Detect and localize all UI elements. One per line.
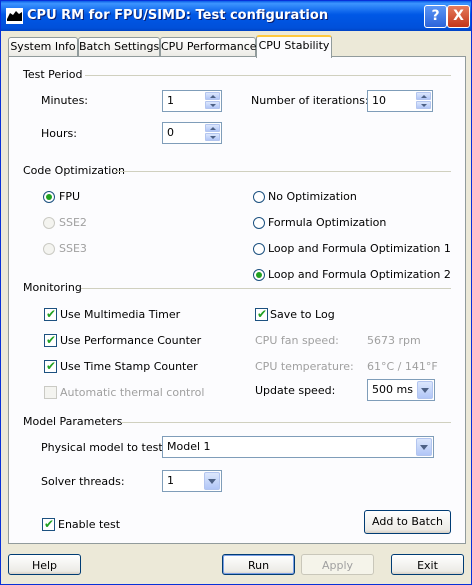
close-icon[interactable]: X xyxy=(447,5,470,28)
tab-system-info[interactable]: System Info xyxy=(8,37,78,56)
group-divider xyxy=(121,422,451,423)
iterations-spinner[interactable]: 10 xyxy=(367,90,433,112)
time-stamp-counter-label: Use Time Stamp Counter xyxy=(60,360,198,373)
update-speed-select[interactable]: 500 ms xyxy=(367,379,435,401)
apply-button: Apply xyxy=(301,554,374,575)
no-optimization-label: No Optimization xyxy=(268,190,357,203)
hours-spinner[interactable]: 0 xyxy=(162,122,222,144)
sse3-radio xyxy=(43,243,55,255)
multimedia-timer-label: Use Multimedia Timer xyxy=(60,308,181,321)
save-to-log-checkbox[interactable]: ✔ xyxy=(255,307,268,321)
performance-counter-label: Use Performance Counter xyxy=(60,334,202,347)
no-optimization-radio[interactable] xyxy=(253,191,265,203)
model-parameters-title: Model Parameters xyxy=(23,415,123,428)
physical-model-label: Physical model to test: xyxy=(41,441,167,454)
spin-up-icon[interactable] xyxy=(416,92,431,100)
loop-formula-2-radio[interactable] xyxy=(253,269,265,281)
update-speed-label: Update speed: xyxy=(255,384,336,397)
fpu-label: FPU xyxy=(59,190,81,203)
loop-formula-1-radio[interactable] xyxy=(253,243,265,255)
minutes-label: Minutes: xyxy=(41,94,89,107)
minutes-spinner[interactable]: 1 xyxy=(162,90,222,112)
thermal-control-label: Automatic thermal control xyxy=(60,386,205,399)
loop-formula-2-label: Loop and Formula Optimization 2 xyxy=(268,268,451,281)
dialog-window: CPU RM for FPU/SIMD: Test configuration … xyxy=(0,0,472,585)
tab-panel-cpu-stability: Test Period Minutes: 1 Number of iterati… xyxy=(8,56,466,544)
chevron-down-icon[interactable] xyxy=(416,438,432,456)
hours-label: Hours: xyxy=(41,127,77,140)
tab-batch-settings[interactable]: Batch Settings xyxy=(78,37,160,56)
multimedia-timer-checkbox[interactable]: ✔ xyxy=(44,307,57,321)
chevron-down-icon[interactable] xyxy=(204,472,220,490)
save-to-log-label: Save to Log xyxy=(270,308,335,321)
group-divider xyxy=(115,171,451,172)
group-divider xyxy=(85,75,451,76)
run-button[interactable]: Run xyxy=(222,554,295,575)
spin-up-icon[interactable] xyxy=(205,92,220,100)
enable-test-label: Enable test xyxy=(58,518,121,531)
formula-optimization-radio[interactable] xyxy=(253,217,265,229)
performance-counter-checkbox[interactable]: ✔ xyxy=(44,333,57,347)
fan-speed-value: 5673 rpm xyxy=(367,334,421,347)
time-stamp-counter-checkbox[interactable]: ✔ xyxy=(44,359,57,373)
solver-threads-select[interactable]: 1 xyxy=(162,470,222,492)
group-divider xyxy=(81,288,451,289)
temperature-label: CPU temperature: xyxy=(255,360,354,373)
window-title: CPU RM for FPU/SIMD: Test configuration xyxy=(27,8,329,23)
fan-speed-label: CPU fan speed: xyxy=(255,334,339,347)
sse2-label: SSE2 xyxy=(59,216,87,229)
tab-cpu-stability[interactable]: CPU Stability xyxy=(256,35,332,58)
fpu-radio[interactable] xyxy=(43,191,55,203)
sse3-label: SSE3 xyxy=(59,242,87,255)
iterations-label: Number of iterations: xyxy=(251,94,369,107)
help-button[interactable]: Help xyxy=(8,554,81,575)
exit-button[interactable]: Exit xyxy=(391,554,464,575)
physical-model-select[interactable]: Model 1 xyxy=(162,436,434,458)
sse2-radio xyxy=(43,217,55,229)
add-to-batch-button[interactable]: Add to Batch xyxy=(364,510,451,534)
monitoring-title: Monitoring xyxy=(23,281,82,294)
temperature-value: 61°C / 141°F xyxy=(367,360,438,373)
code-optimization-title: Code Optimization xyxy=(23,164,126,177)
app-logo-icon xyxy=(6,8,23,24)
loop-formula-1-label: Loop and Formula Optimization 1 xyxy=(268,242,451,255)
chevron-down-icon[interactable] xyxy=(417,381,433,399)
spin-up-icon[interactable] xyxy=(205,124,220,132)
help-icon[interactable]: ? xyxy=(424,5,447,28)
formula-optimization-label: Formula Optimization xyxy=(268,216,387,229)
spin-down-icon[interactable] xyxy=(416,101,431,109)
tab-cpu-performance[interactable]: CPU Performance xyxy=(160,37,257,56)
solver-threads-label: Solver threads: xyxy=(41,475,125,488)
title-bar[interactable]: CPU RM for FPU/SIMD: Test configuration … xyxy=(1,1,471,31)
thermal-control-checkbox xyxy=(44,386,57,399)
enable-test-checkbox[interactable]: ✔ xyxy=(42,517,55,531)
test-period-title: Test Period xyxy=(23,68,83,81)
spin-down-icon[interactable] xyxy=(205,101,220,109)
spin-down-icon[interactable] xyxy=(205,133,220,141)
